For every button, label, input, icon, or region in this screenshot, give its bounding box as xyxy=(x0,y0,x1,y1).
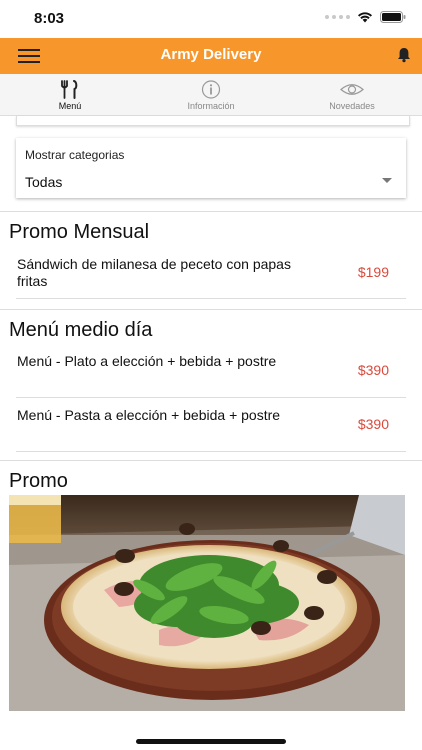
cutlery-icon xyxy=(61,80,78,99)
battery-icon xyxy=(380,11,406,23)
promo-image[interactable] xyxy=(9,495,405,711)
tab-label: Menú xyxy=(58,101,82,111)
tab-novedades[interactable]: Novedades xyxy=(282,74,422,116)
tab-label: Novedades xyxy=(329,101,375,111)
menu-item-name[interactable]: Menú - Plato a elección + bebida + postr… xyxy=(17,353,317,370)
section-divider xyxy=(0,460,422,461)
tab-informacion[interactable]: Información xyxy=(141,74,281,116)
app-bar: Army Delivery xyxy=(0,38,422,74)
eye-icon xyxy=(340,84,364,95)
section-divider xyxy=(0,309,422,310)
status-icons xyxy=(325,11,406,23)
tab-label: Información xyxy=(187,101,235,111)
menu-item-name[interactable]: Menú - Pasta a elección + bebida + postr… xyxy=(17,407,317,424)
item-divider xyxy=(16,298,406,299)
section-title: Menú medio día xyxy=(9,319,153,341)
section-title: Promo Mensual xyxy=(9,221,150,243)
item-divider xyxy=(16,451,406,452)
menu-item-price: $390 xyxy=(357,416,389,432)
menu-item-price: $390 xyxy=(357,362,389,378)
category-select-value: Todas xyxy=(25,174,63,190)
menu-item-price: $199 xyxy=(357,264,389,280)
tab-menu[interactable]: Menú xyxy=(0,74,140,116)
menu-item-name[interactable]: Sándwich de milanesa de peceto con papas… xyxy=(17,256,317,290)
home-indicator[interactable] xyxy=(136,739,286,744)
search-card-edge xyxy=(16,116,410,126)
app-title: Army Delivery xyxy=(160,46,262,63)
section-divider xyxy=(0,211,422,212)
cellular-signal-icon xyxy=(325,15,350,19)
wifi-icon xyxy=(358,12,372,23)
info-icon xyxy=(201,80,221,99)
bell-icon[interactable] xyxy=(397,47,411,63)
category-select[interactable]: Mostrar categorias Todas xyxy=(16,138,406,198)
item-divider xyxy=(16,397,406,398)
tab-bar: Menú Información Novedades xyxy=(0,74,422,116)
dropdown-arrow-icon xyxy=(382,178,392,183)
category-select-label: Mostrar categorias xyxy=(25,148,125,162)
section-title: Promo xyxy=(9,470,68,492)
status-bar: 8:03 xyxy=(0,0,422,38)
status-time: 8:03 xyxy=(34,10,65,27)
